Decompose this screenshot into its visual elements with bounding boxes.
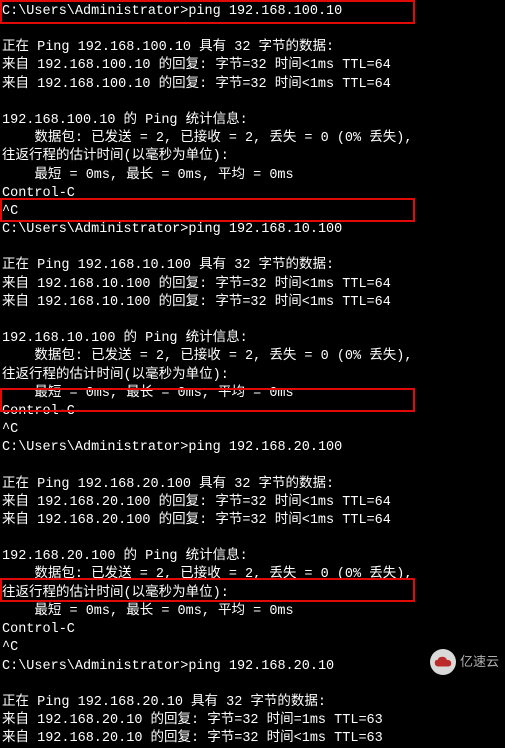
ping-reply: 来自 192.168.10.100 的回复: 字节=32 时间<1ms TTL=… [2, 276, 503, 294]
ping-header: 正在 Ping 192.168.20.10 具有 32 字节的数据: [2, 694, 503, 712]
ping-reply: 来自 192.168.100.10 的回复: 字节=32 时间<1ms TTL=… [2, 76, 503, 94]
ping-header: 正在 Ping 192.168.10.100 具有 32 字节的数据: [2, 257, 503, 275]
ping-stats-packets: 数据包: 已发送 = 2, 已接收 = 2, 丢失 = 0 (0% 丢失), [2, 130, 503, 148]
ping-stats-title: 192.168.100.10 的 Ping 统计信息: [2, 112, 503, 130]
ping-reply: 来自 192.168.20.100 的回复: 字节=32 时间<1ms TTL=… [2, 512, 503, 530]
ping-stats-title: 192.168.20.100 的 Ping 统计信息: [2, 548, 503, 566]
blank-line [2, 676, 503, 694]
ping-rt-title: 往返行程的估计时间(以毫秒为单位): [2, 367, 503, 385]
ping-stats-packets: 数据包: 已发送 = 2, 已接收 = 2, 丢失 = 0 (0% 丢失), [2, 566, 503, 584]
ping-header: 正在 Ping 192.168.100.10 具有 32 字节的数据: [2, 39, 503, 57]
blank-line [2, 458, 503, 476]
caret-c: ^C [2, 203, 503, 221]
cmd-prompt-2: C:\Users\Administrator>ping 192.168.10.1… [2, 221, 503, 239]
ping-stats-packets: 数据包: 已发送 = 2, 已接收 = 2, 丢失 = 0 (0% 丢失), [2, 348, 503, 366]
ping-rt-values: 最短 = 0ms, 最长 = 0ms, 平均 = 0ms [2, 385, 503, 403]
ping-rt-title: 往返行程的估计时间(以毫秒为单位): [2, 148, 503, 166]
ping-reply: 来自 192.168.20.10 的回复: 字节=32 时间<1ms TTL=6… [2, 730, 503, 748]
ping-header: 正在 Ping 192.168.20.100 具有 32 字节的数据: [2, 476, 503, 494]
blank-line [2, 239, 503, 257]
blank-line [2, 312, 503, 330]
cmd-prompt-3: C:\Users\Administrator>ping 192.168.20.1… [2, 439, 503, 457]
cmd-prompt-1: C:\Users\Administrator>ping 192.168.100.… [2, 3, 503, 21]
blank-line [2, 21, 503, 39]
ping-stats-title: 192.168.10.100 的 Ping 统计信息: [2, 330, 503, 348]
blank-line [2, 94, 503, 112]
control-c: Control-C [2, 185, 503, 203]
ping-reply: 来自 192.168.20.10 的回复: 字节=32 时间=1ms TTL=6… [2, 712, 503, 730]
cmd-prompt-4: C:\Users\Administrator>ping 192.168.20.1… [2, 658, 503, 676]
ping-rt-values: 最短 = 0ms, 最长 = 0ms, 平均 = 0ms [2, 603, 503, 621]
ping-reply: 来自 192.168.100.10 的回复: 字节=32 时间<1ms TTL=… [2, 57, 503, 75]
control-c: Control-C [2, 403, 503, 421]
ping-reply: 来自 192.168.10.100 的回复: 字节=32 时间<1ms TTL=… [2, 294, 503, 312]
caret-c: ^C [2, 421, 503, 439]
blank-line [2, 530, 503, 548]
caret-c: ^C [2, 639, 503, 657]
control-c: Control-C [2, 621, 503, 639]
ping-rt-title: 往返行程的估计时间(以毫秒为单位): [2, 585, 503, 603]
ping-reply: 来自 192.168.20.100 的回复: 字节=32 时间<1ms TTL=… [2, 494, 503, 512]
ping-rt-values: 最短 = 0ms, 最长 = 0ms, 平均 = 0ms [2, 167, 503, 185]
